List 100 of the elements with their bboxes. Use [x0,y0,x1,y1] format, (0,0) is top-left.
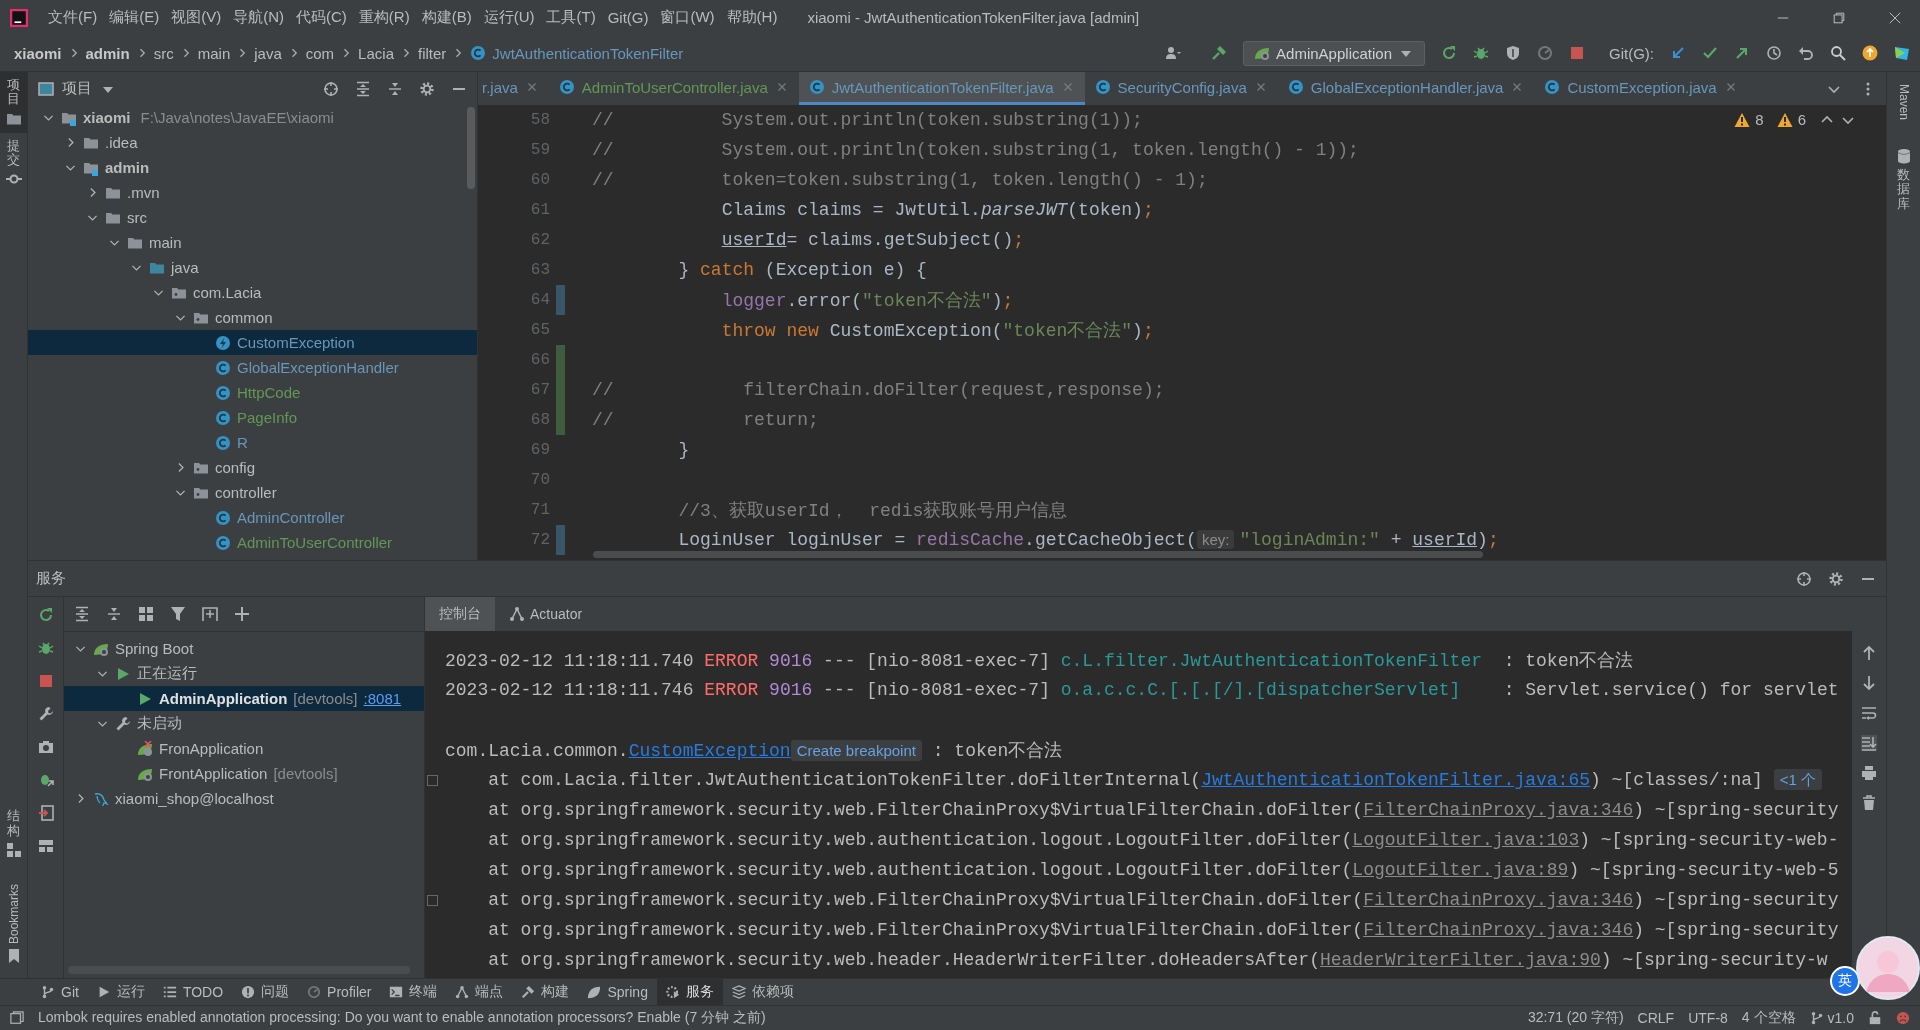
tool-window-tab[interactable]: 终端 [380,979,447,1005]
tree-item[interactable]: controller [28,480,477,505]
editor-tab[interactable]: r.java [478,72,549,105]
tree-item[interactable]: src [28,205,477,230]
arrow-icon[interactable] [1670,45,1686,61]
warning-count[interactable]: 6 [1797,111,1806,128]
breadcrumb[interactable]: filter [417,44,447,62]
search-icon[interactable] [1830,45,1846,61]
run-config-dropdown[interactable]: AdminApplication [1243,40,1425,66]
source-link[interactable]: LogoutFilter.java:89 [1352,860,1569,880]
tool-window-tab[interactable]: 问题 [232,979,299,1005]
camera-icon[interactable] [37,739,54,755]
tool-window-tab[interactable]: 依赖项 [722,979,803,1005]
breadcrumb[interactable]: main [197,44,231,62]
tool-window-button[interactable]: Maven [1890,78,1917,127]
breadcrumb[interactable]: admin [85,44,130,62]
tree-item[interactable]: .mvn [28,180,477,205]
avatar[interactable] [1856,936,1920,1000]
menu-item[interactable]: 重构(R) [352,8,416,27]
expand-icon[interactable] [427,774,438,786]
inline-hint[interactable]: Create breakpoint [790,740,922,761]
wrench-icon[interactable] [37,706,54,722]
plus-icon[interactable] [234,606,250,622]
warning-icon[interactable] [1776,111,1793,128]
source-link[interactable]: JwtAuthenticationTokenFilter.java:65 [1201,770,1590,790]
source-link[interactable]: FilterChainProxy.java:346 [1363,890,1634,910]
tree-item[interactable]: Spring Boot [64,636,424,661]
check-icon[interactable] [1702,45,1718,61]
app-logo-icon[interactable] [10,8,28,27]
change-marker[interactable] [556,525,565,555]
breadcrumb[interactable]: xiaomi [14,44,62,62]
menu-item[interactable]: 窗口(W) [654,8,721,27]
notification-icon[interactable] [10,1011,24,1025]
lock-icon[interactable] [1868,1011,1882,1025]
source-link[interactable]: FilterChainProxy.java:346 [1363,800,1634,820]
tree-item[interactable]: admin [28,155,477,180]
scrollbar[interactable] [467,107,475,189]
tree-item[interactable]: CustomException [28,330,477,355]
exit-icon[interactable] [37,805,54,821]
collapse-all-icon[interactable] [387,80,403,97]
inline-hint[interactable]: <1 个 [1773,769,1822,790]
expand-all-icon[interactable] [355,80,371,97]
expand-all-icon[interactable] [74,606,90,622]
stop-icon[interactable] [37,673,54,689]
tree-item[interactable]: java [28,255,477,280]
menu-item[interactable]: 运行(U) [477,8,541,27]
tool-window-button[interactable]: 数据库 [1890,142,1917,217]
editor-tab[interactable]: GlobalExceptionHandler.java [1277,72,1535,105]
breadcrumb[interactable]: src [153,44,174,62]
status-item[interactable]: CRLF [1637,1010,1675,1026]
sad-face-icon[interactable] [1896,1011,1910,1025]
tree-item[interactable]: FronApplication [64,736,424,761]
tool-window-tab[interactable]: TODO [153,979,233,1005]
change-marker[interactable] [556,405,565,435]
crosshair-icon[interactable] [1796,570,1812,587]
tree-item[interactable]: R [28,430,477,455]
undo-icon[interactable] [1798,45,1814,61]
status-item[interactable]: UTF-8 [1688,1010,1728,1026]
trash-icon[interactable] [1861,795,1877,811]
toolbox-icon[interactable] [1894,45,1910,61]
change-marker[interactable] [556,345,565,375]
tool-window-button[interactable]: 结构 [0,803,27,864]
scroll-to-end-icon[interactable] [1861,735,1877,751]
menu-item[interactable]: Git(G) [601,9,655,26]
tree-item[interactable]: com.Lacia [28,280,477,305]
tree-item[interactable]: xiaomi F:\Java\notes\JavaEE\xiaomi [28,105,477,130]
update-icon[interactable] [1862,45,1878,61]
rerun-icon[interactable] [37,607,54,623]
tool-window-tab[interactable]: 端点 [446,979,513,1005]
branch-widget[interactable]: v1.0 [1809,1010,1854,1026]
menu-item[interactable]: 构建(B) [415,8,478,27]
console-tab[interactable]: 控制台 [425,597,495,631]
person-icon[interactable] [1165,45,1182,61]
tree-item[interactable]: .idea [28,130,477,155]
gauge-icon[interactable] [1537,45,1553,61]
warning-icon[interactable] [1734,111,1751,128]
menu-item[interactable]: 代码(C) [290,8,353,27]
tool-window-button[interactable]: Bookmarks [0,877,27,970]
collapse-all-icon[interactable] [106,606,122,622]
arrow-up-icon[interactable] [1861,645,1877,661]
menu-item[interactable]: 工具(T) [540,8,602,27]
bug-icon[interactable] [37,640,54,656]
tree-item[interactable]: FrontApplication [devtools] [64,761,424,786]
add-tab-icon[interactable] [202,606,218,622]
filter-icon[interactable] [170,606,186,622]
menu-item[interactable]: 文件(F) [42,8,104,27]
expand-icon[interactable] [427,894,438,906]
arrow-icon[interactable] [1734,45,1750,61]
editor-tab[interactable]: AdminToUserController.java [548,72,799,105]
panel-title[interactable]: 项目 [62,79,92,98]
settings-icon[interactable] [419,80,435,97]
tool-window-tab[interactable]: 服务 [656,979,723,1005]
editor-tab[interactable]: CustomException.java [1534,72,1748,105]
tree-item[interactable]: main [28,230,477,255]
breadcrumb[interactable]: java [254,44,282,62]
restore-icon[interactable] [1832,10,1846,25]
status-message[interactable]: Lombok requires enabled annotation processing: Do you want to enable annotation processors? Enable (7 分钟 之前) [38,1009,766,1027]
tool-window-tab[interactable]: 运行 [87,979,154,1005]
stop-icon[interactable] [1569,45,1585,61]
shield-icon[interactable] [1505,45,1521,61]
